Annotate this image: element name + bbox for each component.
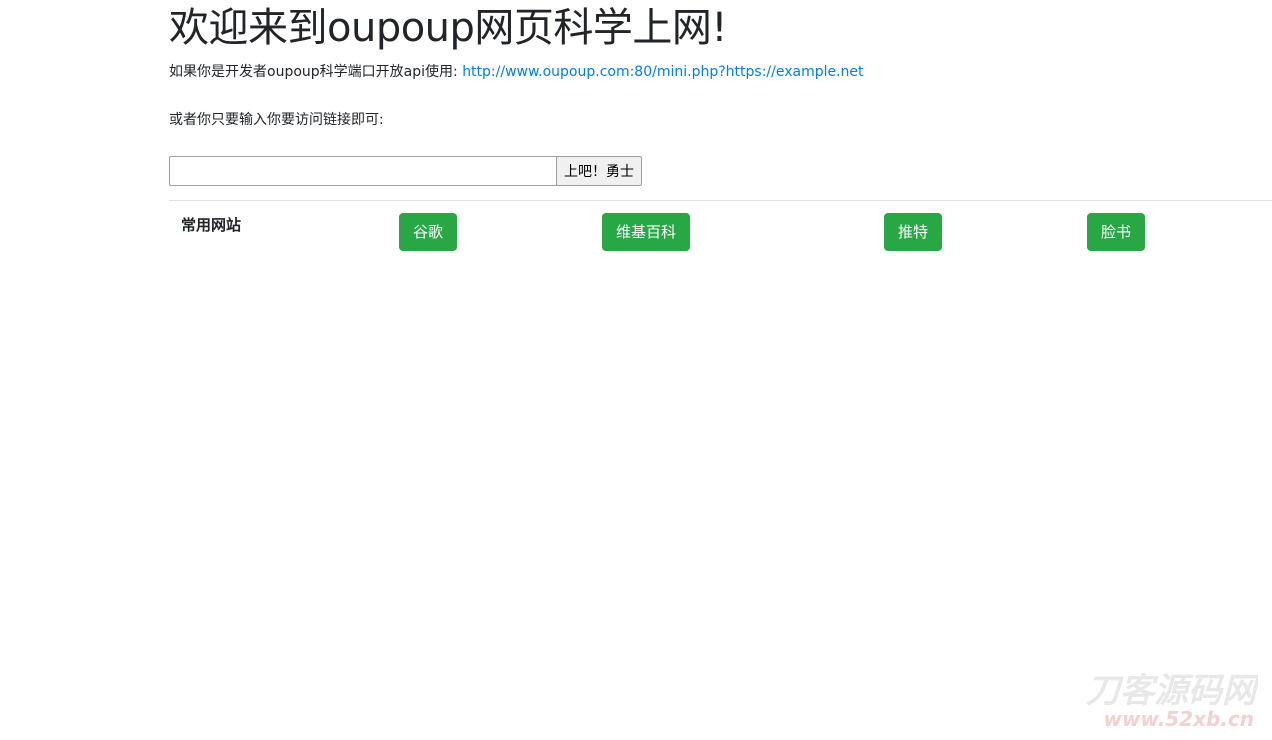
api-info: 如果你是开发者oupoup科学端口开放api使用: http://www.oup… xyxy=(169,62,1272,82)
site-button-wikipedia[interactable]: 维基百科 xyxy=(602,213,691,251)
page-title: 欢迎来到oupoup网页科学上网! xyxy=(169,5,727,51)
common-sites-row: 常用网站 谷歌 维基百科 推特 脸书 xyxy=(169,201,1272,261)
input-prompt: 或者你只要输入你要访问链接即可: xyxy=(169,112,384,128)
site-button-twitter[interactable]: 推特 xyxy=(884,213,943,251)
go-button[interactable]: 上吧！勇士 xyxy=(556,156,642,186)
common-sites-label: 常用网站 xyxy=(181,216,242,234)
main-container: 欢迎来到oupoup网页科学上网! 如果你是开发者oupoup科学端口开放api… xyxy=(169,0,1272,186)
watermark-logo: 刀客源码网 www.52xb.cn xyxy=(1086,671,1258,731)
api-info-text: 如果你是开发者oupoup科学端口开放api使用: xyxy=(169,64,463,80)
url-input[interactable] xyxy=(169,156,557,186)
site-button-facebook[interactable]: 脸书 xyxy=(1087,213,1146,251)
site-button-google[interactable]: 谷歌 xyxy=(399,213,458,251)
api-link[interactable]: http://www.oupoup.com:80/mini.php?https:… xyxy=(462,64,863,80)
watermark-url: www.52xb.cn xyxy=(1104,707,1255,731)
page: 欢迎来到oupoup网页科学上网! 如果你是开发者oupoup科学端口开放api… xyxy=(0,0,1272,740)
watermark-title: 刀客源码网 xyxy=(1086,671,1258,711)
url-form: 上吧！勇士 xyxy=(169,156,1272,186)
